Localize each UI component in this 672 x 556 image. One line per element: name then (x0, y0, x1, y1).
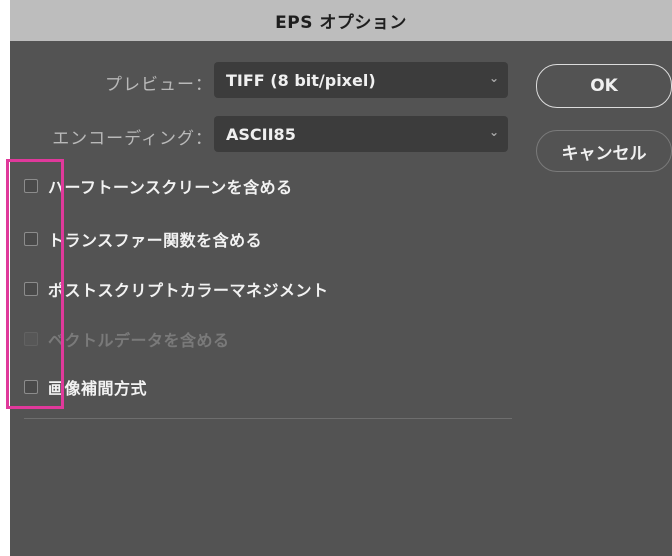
ok-button[interactable]: OK (536, 64, 672, 108)
option-halftone-screen[interactable]: ハーフトーンスクリーンを含める (24, 174, 293, 198)
option-label: トランスファー関数を含める (48, 231, 263, 250)
encoding-select-value: ASCII85 (226, 124, 296, 144)
option-label: ベクトルデータを含める (48, 331, 230, 350)
divider (24, 418, 512, 419)
eps-options-dialog: EPS オプション プレビュー： TIFF (8 bit/pixel) ⌄ エン… (10, 0, 672, 556)
dialog-title: EPS オプション (10, 0, 672, 41)
option-label: ハーフトーンスクリーンを含める (48, 178, 293, 197)
option-postscript-color-management[interactable]: ポストスクリプトカラーマネジメント (24, 277, 329, 301)
chevron-down-icon: ⌄ (488, 125, 499, 139)
preview-label: プレビュー： (105, 75, 213, 95)
chevron-down-icon: ⌄ (488, 71, 499, 85)
preview-select-value: TIFF (8 bit/pixel) (226, 70, 376, 90)
cancel-button[interactable]: キャンセル (536, 130, 672, 172)
annotation-highlight-box (6, 159, 64, 409)
encoding-select[interactable]: ASCII85 ⌄ (214, 116, 508, 152)
encoding-label: エンコーディング： (52, 129, 213, 149)
preview-select[interactable]: TIFF (8 bit/pixel) ⌄ (214, 62, 508, 98)
option-label: ポストスクリプトカラーマネジメント (48, 281, 329, 300)
